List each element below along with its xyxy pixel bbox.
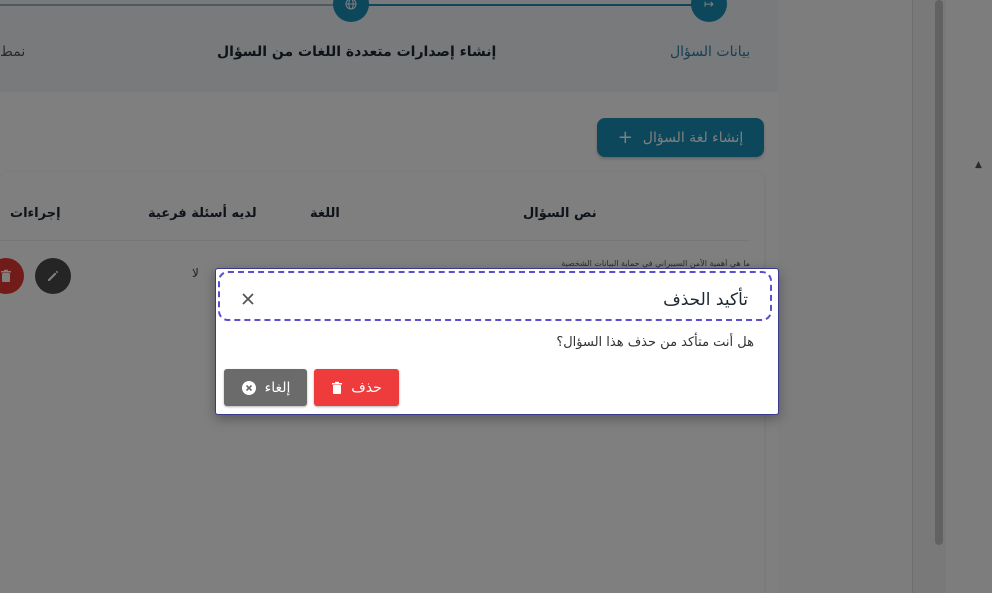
page: ↦ بيانات السؤال إنشاء إصدارات متعددة الل…	[0, 0, 992, 593]
cancel-button[interactable]: إلغاء	[224, 369, 307, 406]
delete-button-label: حذف	[351, 379, 382, 396]
delete-confirmation-dialog: تأكيد الحذف هل أنت متأكد من حذف هذا السؤ…	[215, 268, 779, 415]
confirm-delete-button[interactable]: حذف	[314, 369, 399, 406]
dialog-message: هل أنت متأكد من حذف هذا السؤال؟	[556, 335, 754, 350]
close-circle-icon	[241, 380, 256, 395]
close-button[interactable]	[238, 289, 258, 309]
close-icon	[242, 293, 254, 305]
dialog-header: تأكيد الحذف	[218, 271, 772, 321]
dialog-title: تأكيد الحذف	[663, 290, 748, 310]
trash-icon	[332, 381, 343, 394]
cancel-button-label: إلغاء	[264, 379, 291, 396]
